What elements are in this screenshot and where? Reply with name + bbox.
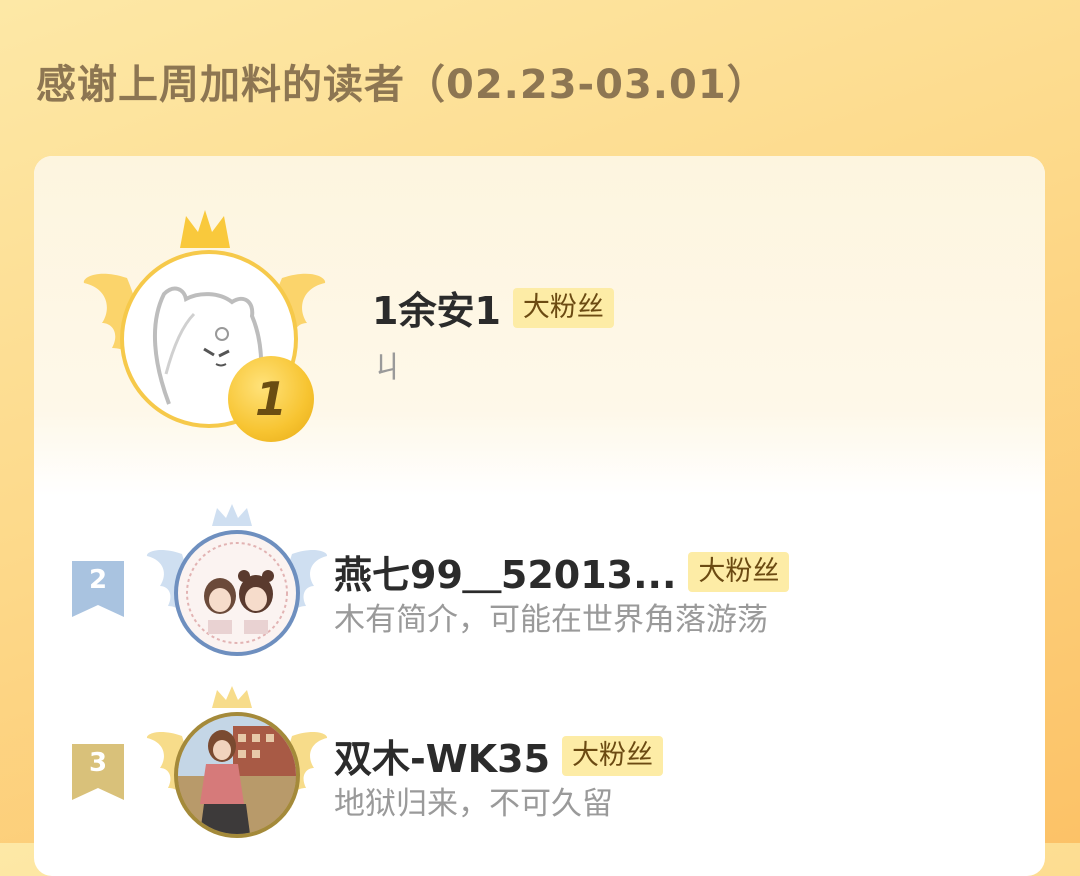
reader-3-username[interactable]: 双木-WK35 [334,728,550,783]
reader-2-name-row: 燕七99＿52013... 大粉丝 [334,544,790,599]
reader-1-bio: ㄐ [372,350,403,386]
reader-3-name-row: 双木-WK35 大粉丝 [334,728,664,783]
reader-3-fan-badge: 大粉丝 [562,735,664,776]
reader-1-username[interactable]: 1余安1 [372,280,501,335]
rank-3-flag: 3 [72,744,124,800]
girl-photo-illustration-icon [178,716,296,834]
reader-1-fan-badge: 大粉丝 [512,287,614,328]
reader-3-avatar-group[interactable] [144,686,334,846]
reader-2-avatar-group[interactable] [144,504,334,664]
rank-1-medal: 1 [228,356,314,442]
page-title: 感谢上周加料的读者（02.23-03.01） [36,62,768,108]
reader-1-avatar-group[interactable]: 1 [82,208,332,442]
rank-2-flag: 2 [72,561,124,617]
reader-1-name-row: 1余安1 大粉丝 [372,280,614,335]
reader-ranking-card: 1 1余安1 大粉丝 ㄐ 2 燕七99＿52013... 大粉丝 木有简介，可能… [34,156,1045,876]
anime-girls-illustration-icon [186,542,288,644]
reader-2-username[interactable]: 燕七99＿52013... [334,544,676,599]
reader-3-avatar[interactable] [174,712,300,838]
reader-3-bio: 地狱归来，不可久留 [334,786,613,822]
reader-2-bio: 木有简介，可能在世界角落游荡 [334,602,768,638]
reader-2-avatar[interactable] [174,530,300,656]
reader-2-fan-badge: 大粉丝 [688,551,790,592]
